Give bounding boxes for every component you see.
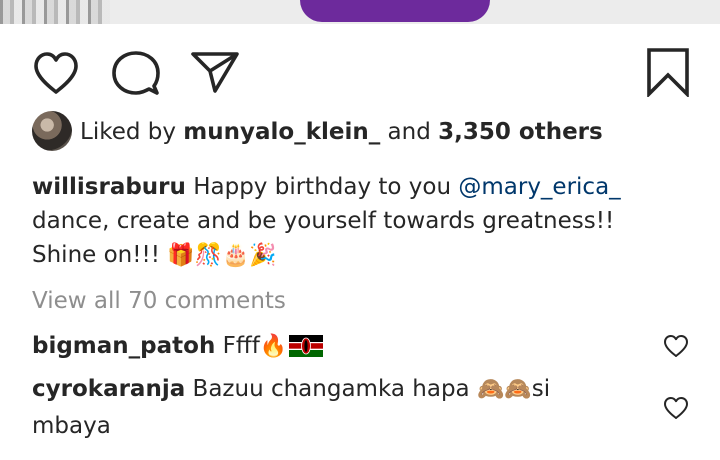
comment-text: Ffff [215,333,260,359]
caption-emojis: 🎁🎊🎂🎉 [167,243,277,268]
photo-background-detail [0,0,110,24]
comment-emoji: 🙈🙈 [476,377,532,402]
bookmark-outline-icon[interactable] [646,47,690,97]
comment-heart-icon[interactable] [663,396,689,420]
speech-bubble-icon[interactable] [112,50,160,96]
comment-author[interactable]: cyrokaranja [32,376,185,402]
post-photo-bottom-edge[interactable] [0,0,720,24]
liker-avatar[interactable] [32,111,72,151]
liker-username[interactable]: munyalo_klein_ [183,119,380,145]
caption-text: Happy birthday to you [185,174,459,200]
heart-outline-icon[interactable] [32,51,80,95]
comment-text: Bazuu changamka hapa [185,376,477,402]
caption-mention-link[interactable]: @mary_erica_ [458,174,620,200]
comment-item: cyrokaranja Bazuu changamka hapa 🙈🙈si mb… [32,371,622,444]
paper-plane-icon[interactable] [190,50,240,94]
likes-summary[interactable]: Liked by munyalo_klein_ and 3,350 others [80,116,603,148]
likes-middle: and [380,119,439,145]
view-all-comments-link[interactable]: View all 70 comments [32,285,286,317]
caption-text-continued: dance, create and be yourself towards gr… [32,208,615,268]
caption-author[interactable]: willisraburu [32,174,186,200]
likes-prefix: Liked by [80,119,184,145]
comment-emoji: 🔥 [259,334,288,359]
kenya-flag-icon [289,335,324,357]
likes-count[interactable]: 3,350 others [438,119,603,145]
post-caption: willisraburu Happy birthday to you @mary… [32,170,682,273]
comment-heart-icon[interactable] [663,334,689,358]
photo-subject-detail [300,0,490,22]
comment-item: bigman_patoh Ffff🔥 [32,328,622,365]
comment-author[interactable]: bigman_patoh [32,333,215,359]
